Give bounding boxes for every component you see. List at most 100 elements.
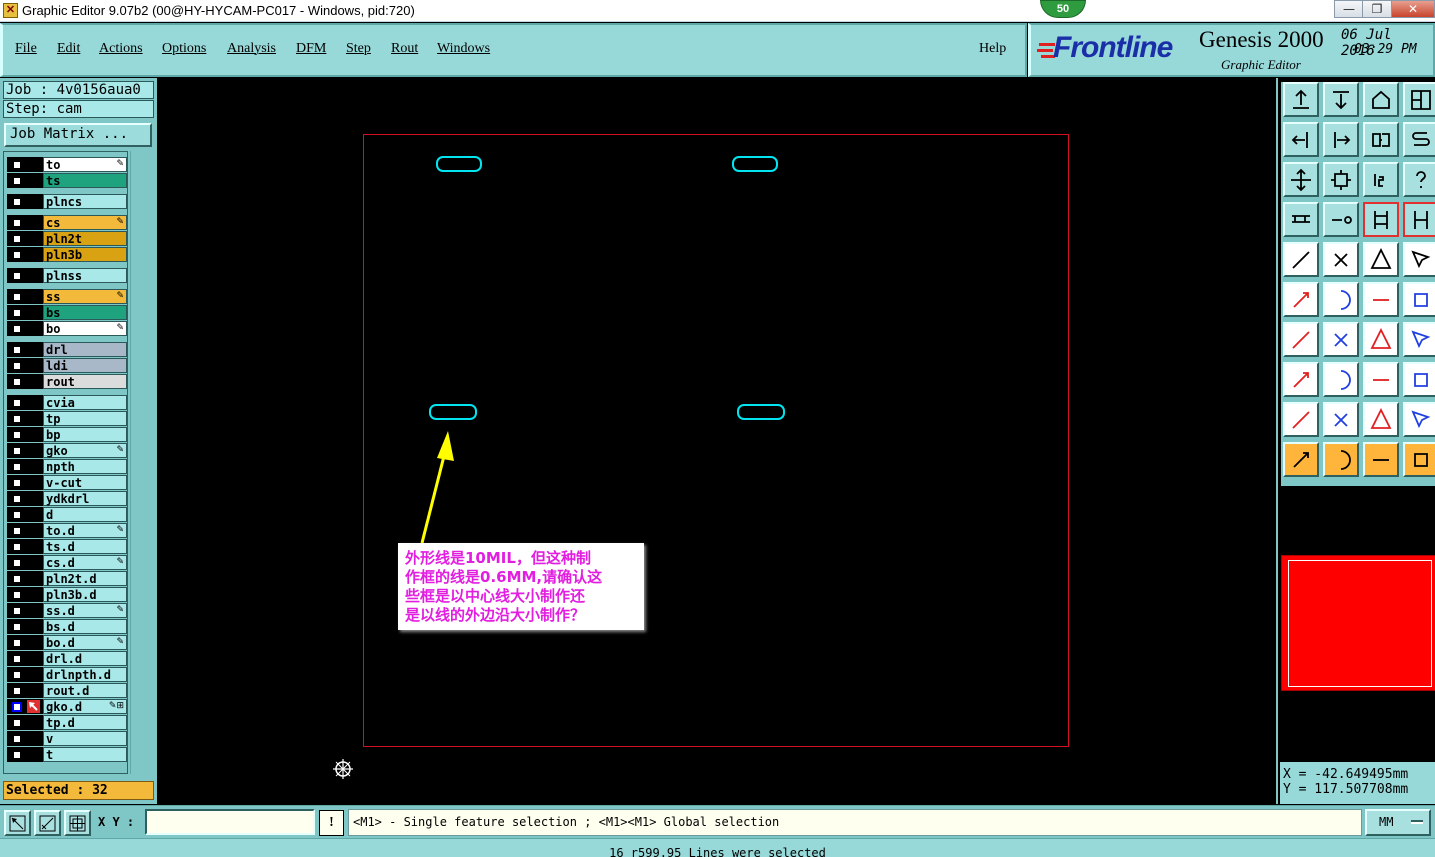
layer-name[interactable]: plncs bbox=[43, 194, 127, 209]
help-query-tool[interactable] bbox=[1403, 162, 1435, 197]
layer-checkbox[interactable] bbox=[12, 510, 22, 520]
layer-checkbox[interactable] bbox=[12, 234, 22, 244]
ruler-tool[interactable] bbox=[1363, 242, 1399, 277]
layer-checkbox[interactable] bbox=[12, 446, 22, 456]
layer-row-bo-d[interactable]: bo.d ✎ bbox=[7, 635, 127, 650]
layer-checkbox[interactable] bbox=[12, 462, 22, 472]
zoom-home-tool[interactable] bbox=[1323, 162, 1359, 197]
layer-name[interactable]: cs.d bbox=[43, 555, 127, 570]
layer-name[interactable]: bo bbox=[43, 321, 127, 336]
copy-tool[interactable] bbox=[1403, 282, 1435, 317]
layer-row-ss[interactable]: ss ✎ bbox=[7, 289, 127, 304]
connect-nodes-tool[interactable] bbox=[1283, 282, 1319, 317]
layer-name[interactable]: bs.d bbox=[43, 619, 127, 634]
layer-name[interactable]: v-cut bbox=[43, 475, 127, 490]
layer-checkbox[interactable] bbox=[12, 750, 22, 760]
layer-name[interactable]: t bbox=[43, 747, 127, 762]
job-matrix-button[interactable]: Job Matrix ... bbox=[4, 123, 152, 147]
layer-row-pln2t-d[interactable]: pln2t.d bbox=[7, 571, 127, 586]
mirror-tool[interactable] bbox=[1403, 322, 1435, 357]
probe-tool[interactable] bbox=[1323, 202, 1359, 237]
menu-rout[interactable]: Rout bbox=[391, 41, 418, 57]
layer-list-scrollbar[interactable] bbox=[130, 151, 154, 774]
layer-name[interactable]: ss.d bbox=[43, 603, 127, 618]
layer-row-tp-d[interactable]: tp.d bbox=[7, 715, 127, 730]
layer-checkbox[interactable] bbox=[12, 478, 22, 488]
delete-feature-tool[interactable] bbox=[1323, 282, 1359, 317]
layer-checkbox[interactable] bbox=[12, 292, 22, 302]
layer-name[interactable]: pln2t.d bbox=[43, 571, 127, 586]
select-box-tool[interactable] bbox=[1323, 442, 1359, 477]
layer-row-cvia[interactable]: cvia bbox=[7, 395, 127, 410]
open-step-tool[interactable] bbox=[1283, 82, 1319, 117]
layer-row-drl[interactable]: drl bbox=[7, 342, 127, 357]
settings-tool[interactable] bbox=[1283, 202, 1319, 237]
layer-name[interactable]: npth bbox=[43, 459, 127, 474]
slot-feature[interactable] bbox=[737, 404, 785, 420]
layer-checkbox[interactable] bbox=[12, 654, 22, 664]
layer-name[interactable]: to.d bbox=[43, 523, 127, 538]
layer-row-plnss[interactable]: plnss bbox=[7, 268, 127, 283]
layer-row-pln3b-d[interactable]: pln3b.d bbox=[7, 587, 127, 602]
menu-help[interactable]: Help bbox=[979, 41, 1006, 57]
layer-checkbox[interactable] bbox=[12, 271, 22, 281]
triangle-c-tool[interactable] bbox=[1363, 402, 1399, 437]
net-highlight-tool[interactable] bbox=[1403, 202, 1435, 237]
slot-feature[interactable] bbox=[429, 404, 477, 420]
layer-row-bs[interactable]: bs bbox=[7, 305, 127, 320]
split-view-tool[interactable] bbox=[1403, 82, 1435, 117]
minimize-button[interactable]: — bbox=[1334, 0, 1364, 18]
snake-tool[interactable] bbox=[1403, 122, 1435, 157]
layer-row-drlnpth-d[interactable]: drlnpth.d bbox=[7, 667, 127, 682]
layer-row-v-cut[interactable]: v-cut bbox=[7, 475, 127, 490]
layer-row-t[interactable]: t bbox=[7, 747, 127, 762]
layer-checkbox[interactable] bbox=[12, 377, 22, 387]
close-button[interactable]: ✕ bbox=[1391, 0, 1435, 18]
layer-row-ss-d[interactable]: ss.d ✎ bbox=[7, 603, 127, 618]
notification-badge[interactable]: 50 bbox=[1040, 0, 1086, 18]
layer-row-drl-d[interactable]: drl.d bbox=[7, 651, 127, 666]
layer-name[interactable]: drl bbox=[43, 342, 127, 357]
fit-screen-tool[interactable] bbox=[1283, 162, 1319, 197]
layer-row-cs[interactable]: cs ✎ bbox=[7, 215, 127, 230]
layer-checkbox[interactable] bbox=[12, 734, 22, 744]
line-tool[interactable] bbox=[1323, 322, 1359, 357]
resize-tool[interactable] bbox=[1283, 362, 1319, 397]
slot-feature[interactable] bbox=[436, 156, 482, 172]
layer-name[interactable]: tp bbox=[43, 411, 127, 426]
select-circle-tool[interactable] bbox=[1363, 442, 1399, 477]
layer-row-rout-d[interactable]: rout.d bbox=[7, 683, 127, 698]
xy-input[interactable] bbox=[145, 809, 315, 835]
layer-row-bp[interactable]: bp bbox=[7, 427, 127, 442]
layer-checkbox[interactable] bbox=[12, 308, 22, 318]
select-arrow-tool[interactable] bbox=[1283, 442, 1319, 477]
add-surface-tool[interactable] bbox=[1323, 242, 1359, 277]
layer-checkbox[interactable] bbox=[12, 398, 22, 408]
layer-row-ts-d[interactable]: ts.d bbox=[7, 539, 127, 554]
layer-name[interactable]: ydkdrl bbox=[43, 491, 127, 506]
graphic-canvas[interactable]: 外形线是10MIL，但这种制 作框的线是0.6MM,请确认这 些框是以中心线大小… bbox=[157, 78, 1276, 804]
select-path-tool[interactable] bbox=[1403, 442, 1435, 477]
layer-checkbox[interactable] bbox=[12, 176, 22, 186]
home-tool[interactable] bbox=[1363, 82, 1399, 117]
layer-row-gko-d[interactable]: gko.d ✎⊞ bbox=[7, 699, 127, 714]
layer-name[interactable]: cvia bbox=[43, 395, 127, 410]
fill-circle-tool[interactable] bbox=[1403, 242, 1435, 277]
triangle-d-tool[interactable] bbox=[1403, 402, 1435, 437]
layer-row-ldi[interactable]: ldi bbox=[7, 358, 127, 373]
layer-checkbox[interactable] bbox=[12, 526, 22, 536]
layer-row-bo[interactable]: bo ✎ bbox=[7, 321, 127, 336]
angle-tool[interactable] bbox=[1283, 322, 1319, 357]
layer-name[interactable]: bo.d bbox=[43, 635, 127, 650]
layer-row-ts[interactable]: ts bbox=[7, 173, 127, 188]
layer-row-rout[interactable]: rout bbox=[7, 374, 127, 389]
slot-feature[interactable] bbox=[732, 156, 778, 172]
execute-button[interactable]: ! bbox=[319, 810, 344, 836]
layer-row-gko[interactable]: gko ✎ bbox=[7, 443, 127, 458]
layer-row-ydkdrl[interactable]: ydkdrl bbox=[7, 491, 127, 506]
scale-1-2-tool[interactable] bbox=[1363, 162, 1399, 197]
layer-checkbox[interactable] bbox=[12, 361, 22, 371]
menu-windows[interactable]: Windows bbox=[437, 41, 490, 57]
layer-checkbox[interactable] bbox=[12, 494, 22, 504]
layer-checkbox[interactable] bbox=[12, 718, 22, 728]
